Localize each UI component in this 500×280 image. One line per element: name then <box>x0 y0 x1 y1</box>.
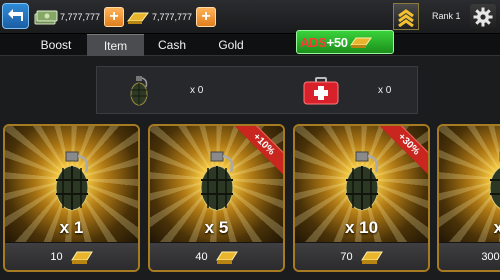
tab-boost[interactable]: Boost <box>26 34 86 56</box>
offer-price: 300 <box>481 250 500 263</box>
medkit-icon <box>303 77 339 105</box>
ads-bonus: +50 <box>326 34 348 50</box>
offer-card[interactable]: +30% x 10 70 <box>293 124 430 272</box>
offer-price: 40 <box>195 250 208 263</box>
medkit-count: x 0 <box>378 85 392 96</box>
offer-quantity: x 5 <box>204 218 229 237</box>
offer-price-bar[interactable]: 10 <box>5 242 138 270</box>
ads-label: ADS+50 <box>300 35 348 50</box>
tab-bar: Boost Item Cash Gold <box>0 34 500 56</box>
cash-resource: 7,777,777 + <box>34 7 125 27</box>
back-button[interactable] <box>2 3 29 29</box>
ads-reward-button[interactable]: ADS+50 <box>296 30 394 54</box>
grenade-icon <box>130 76 148 106</box>
offer-card-clip: x 5 300 <box>437 124 500 272</box>
offer-price-bar[interactable]: 40 <box>150 242 283 270</box>
inventory-panel: x 0 x 0 <box>96 66 418 114</box>
offer-card[interactable]: x 5 300 <box>437 124 500 272</box>
offer-price-bar[interactable]: 70 <box>295 242 428 270</box>
add-cash-button[interactable]: + <box>104 7 125 27</box>
offer-price: 70 <box>340 250 353 263</box>
cash-stack-icon <box>34 10 58 25</box>
tab-gold[interactable]: Gold <box>206 34 256 56</box>
gold-resource: 7,777,777 + <box>126 7 217 27</box>
grenade-icon <box>55 151 88 211</box>
offer-quantity: x 1 <box>59 218 84 237</box>
tab-cash[interactable]: Cash <box>146 34 198 56</box>
grenade-count: x 0 <box>190 85 204 96</box>
rank-chevron-icon <box>398 8 414 27</box>
offer-card[interactable]: x 1 10 <box>3 124 140 272</box>
gold-bar-icon <box>70 251 93 264</box>
rank-badge[interactable] <box>393 3 419 30</box>
gold-amount: 7,777,777 <box>152 12 193 22</box>
offer-quantity: x 10 <box>344 218 379 237</box>
ads-text: ADS <box>300 34 327 50</box>
cash-amount: 7,777,777 <box>60 12 101 22</box>
grenade-icon <box>345 151 378 211</box>
gold-bar-icon <box>215 251 238 264</box>
offer-price-bar[interactable]: 300 <box>439 242 500 270</box>
back-arrow-icon <box>7 9 23 21</box>
tab-item[interactable]: Item <box>87 34 144 56</box>
offer-quantity: x 5 <box>439 218 500 238</box>
top-bar: 7,777,777 + 7,777,777 + Rank 1 <box>0 0 500 34</box>
grenade-icon <box>200 151 233 211</box>
grenade-icon <box>489 151 500 210</box>
gold-bar-icon <box>127 12 149 24</box>
offer-price: 10 <box>50 250 63 263</box>
settings-button[interactable] <box>470 4 496 30</box>
gold-bar-icon <box>349 37 372 48</box>
rank-label: Rank 1 <box>432 11 461 21</box>
add-gold-button[interactable]: + <box>196 7 217 27</box>
gold-bar-icon <box>360 251 383 264</box>
gear-icon <box>473 7 493 27</box>
offer-card[interactable]: +10% x 5 40 <box>148 124 285 272</box>
